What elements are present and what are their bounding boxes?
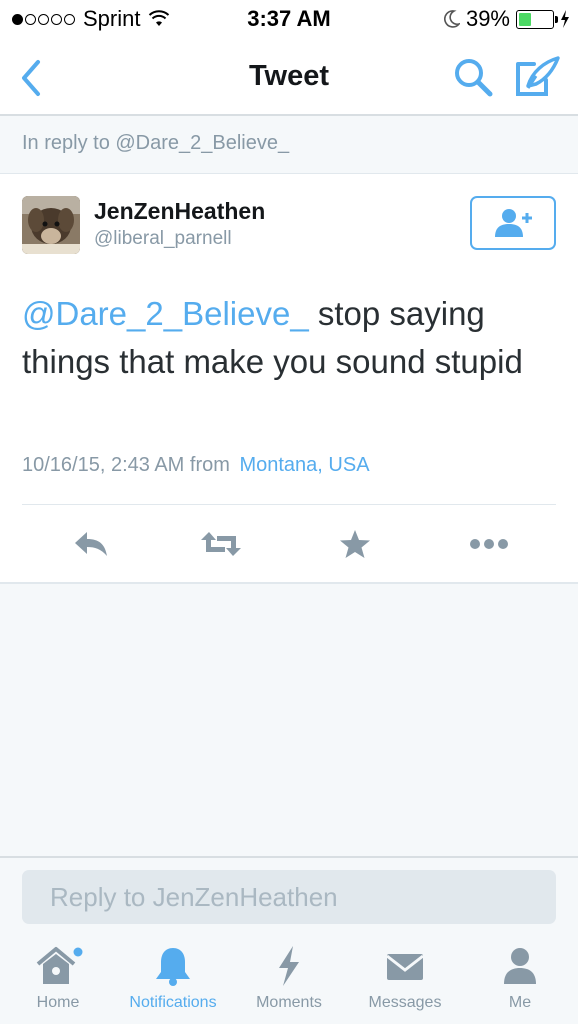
follow-button[interactable] [470, 196, 556, 250]
retweet-button[interactable] [196, 526, 246, 562]
tweet-detail: JenZenHeathen @liberal_parnell @Dare_2_B… [0, 174, 578, 584]
tab-moments[interactable]: Moments [231, 944, 347, 1012]
empty-content-area [0, 584, 578, 856]
tab-home[interactable]: Home [0, 944, 116, 1012]
tweet-timestamp: 10/16/15, 2:43 AM from [22, 454, 230, 476]
reply-icon [75, 532, 107, 556]
battery-percentage: 39% [465, 6, 510, 31]
favorite-button[interactable] [330, 526, 380, 562]
tab-notifications[interactable]: Notifications [115, 944, 231, 1012]
author-display-name[interactable]: JenZenHeathen [94, 198, 265, 225]
add-user-icon [495, 209, 532, 237]
tab-me-label: Me [508, 994, 532, 1011]
reply-bar [0, 856, 578, 934]
person-icon [504, 948, 536, 984]
tweet-location[interactable]: Montana, USA [239, 454, 369, 476]
tweet-actions [0, 524, 578, 564]
more-options-button[interactable] [464, 526, 514, 562]
lightning-icon [279, 946, 299, 986]
ellipsis-icon [470, 539, 508, 549]
tweet-text: @Dare_2_Believe_ stop saying things that… [22, 290, 552, 386]
status-bar: Sprint 3:37 AM 39% [0, 0, 578, 38]
divider [22, 504, 556, 505]
tab-messages-label: Messages [368, 994, 442, 1011]
dog-photo-icon [22, 196, 80, 254]
star-icon [340, 530, 370, 558]
tab-messages[interactable]: Messages [347, 944, 463, 1012]
home-icon [36, 947, 83, 984]
envelope-icon [386, 954, 424, 980]
in-reply-to-banner[interactable]: In reply to @Dare_2_Believe_ [0, 116, 578, 174]
tab-home-label: Home [36, 994, 80, 1011]
status-right: 39% [443, 6, 570, 32]
tab-notifications-label: Notifications [129, 994, 217, 1011]
compose-icon[interactable] [514, 54, 562, 98]
tab-moments-label: Moments [256, 994, 322, 1011]
tab-bar: Home Notifications Moments Messages Me [0, 934, 578, 1024]
reply-input[interactable] [22, 870, 556, 924]
search-icon[interactable] [452, 56, 494, 98]
moon-icon [443, 10, 460, 28]
battery-icon [516, 9, 558, 29]
avatar[interactable] [22, 196, 80, 254]
charging-bolt-icon [561, 10, 569, 28]
tweet-mention[interactable]: @Dare_2_Believe_ [22, 295, 309, 332]
navigation-bar: Tweet [0, 38, 578, 116]
retweet-icon [201, 532, 241, 556]
tab-me[interactable]: Me [462, 944, 578, 1012]
tweet-meta: 10/16/15, 2:43 AM from Montana, USA [22, 454, 370, 477]
author-handle[interactable]: @liberal_parnell [94, 228, 232, 250]
bell-icon [156, 948, 190, 986]
reply-button[interactable] [66, 526, 116, 562]
